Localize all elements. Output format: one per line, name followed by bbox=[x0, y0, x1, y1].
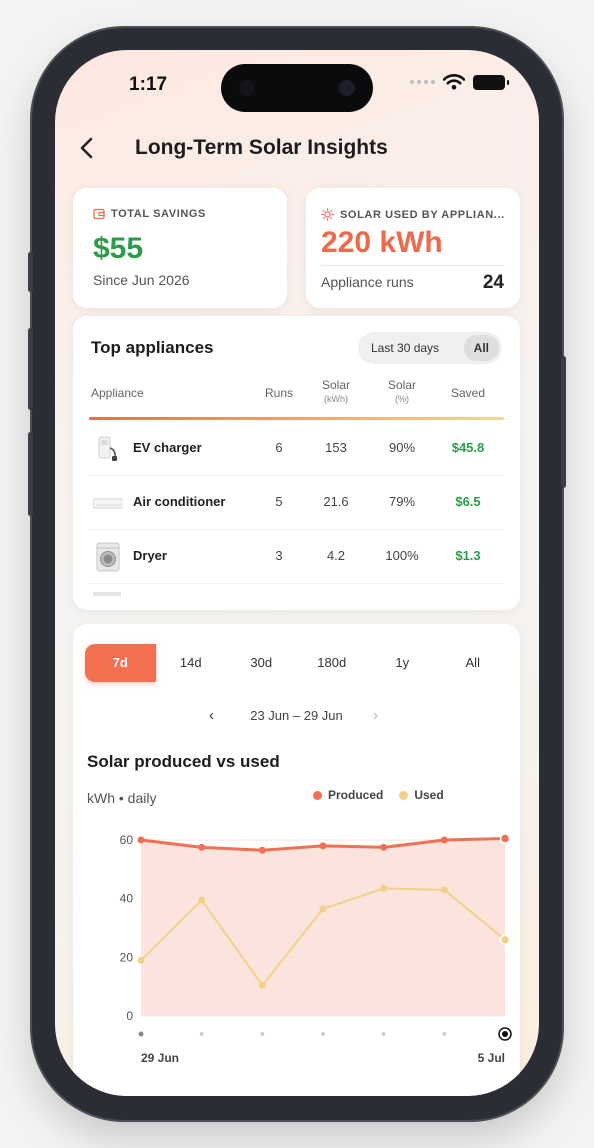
table-header: Appliance Runs Solar (kWh) Solar (%) Sav… bbox=[73, 378, 520, 418]
runs-cell: 6 bbox=[275, 440, 283, 455]
used-data-point[interactable] bbox=[380, 884, 388, 892]
line-chart[interactable]: 0 20 40 60 29 Jun 5 Jul bbox=[73, 624, 520, 1096]
col-solar-kwh: Solar (kWh) bbox=[313, 378, 359, 406]
dynamic-island bbox=[221, 64, 373, 112]
saved-cell: $1.3 bbox=[455, 548, 481, 563]
x-axis-day-dot[interactable] bbox=[199, 1032, 204, 1036]
next-row-peek bbox=[93, 592, 121, 596]
wifi-icon bbox=[443, 74, 465, 90]
volume-down-button bbox=[28, 432, 33, 516]
x-axis-day-dot[interactable] bbox=[442, 1032, 447, 1036]
filter-last-30-days[interactable]: Last 30 days bbox=[361, 335, 449, 361]
x-tick-label: 29 Jun bbox=[141, 1051, 179, 1065]
appliance-runs-label: Appliance runs bbox=[321, 274, 414, 290]
solar-kwh-cell: 21.6 bbox=[323, 494, 349, 509]
top-appliances-title: Top appliances bbox=[91, 338, 214, 357]
col-solar-kwh-unit: (kWh) bbox=[324, 394, 348, 404]
appliance-name: Air conditioner bbox=[133, 494, 226, 509]
produced-data-point[interactable] bbox=[198, 843, 206, 851]
y-tick-label: 0 bbox=[126, 1009, 133, 1023]
produced-data-point[interactable] bbox=[380, 843, 388, 851]
back-chevron-icon[interactable] bbox=[77, 134, 97, 162]
used-data-point[interactable] bbox=[137, 956, 145, 964]
battery-icon bbox=[473, 74, 509, 90]
x-tick-label: 5 Jul bbox=[478, 1051, 505, 1065]
produced-data-point[interactable] bbox=[137, 836, 145, 844]
savings-value: $55 bbox=[93, 232, 144, 265]
table-row[interactable]: Dryer 3 4.2 100% $1.3 bbox=[89, 530, 504, 584]
silent-switch bbox=[28, 252, 33, 292]
produced-data-point[interactable] bbox=[440, 836, 448, 844]
used-data-point[interactable] bbox=[198, 896, 206, 904]
signal-icon bbox=[410, 80, 435, 84]
sun-icon bbox=[321, 208, 334, 221]
produced-data-point[interactable] bbox=[499, 833, 511, 844]
solar-kwh-cell: 153 bbox=[325, 440, 347, 455]
savings-label-row: TOTAL SAVINGS bbox=[93, 208, 206, 220]
used-data-point[interactable] bbox=[319, 905, 327, 913]
table-row[interactable]: Air conditioner 5 21.6 79% $6.5 bbox=[89, 476, 504, 530]
solar-used-card[interactable]: SOLAR USED BY APPLIAN... 220 kWh Applian… bbox=[306, 188, 520, 308]
appliance-name: Dryer bbox=[133, 548, 167, 563]
savings-label: TOTAL SAVINGS bbox=[111, 208, 206, 220]
solar-pct-cell: 100% bbox=[385, 548, 419, 563]
col-appliance: Appliance bbox=[91, 386, 144, 400]
col-solar-pct: Solar (%) bbox=[379, 378, 425, 406]
table-row[interactable]: EV charger 6 153 90% $45.8 bbox=[89, 422, 504, 476]
saved-cell: $45.8 bbox=[451, 440, 485, 455]
x-axis-day-dot[interactable] bbox=[138, 1031, 144, 1037]
savings-since: Since Jun 2026 bbox=[93, 272, 190, 288]
runs-cell: 3 bbox=[275, 548, 283, 563]
col-solar-kwh-label: Solar bbox=[321, 378, 350, 392]
x-axis-day-dot[interactable] bbox=[260, 1032, 265, 1036]
runs-cell: 5 bbox=[275, 494, 283, 509]
power-button bbox=[561, 356, 566, 488]
top-appliances-card: Top appliances Last 30 days All Applianc… bbox=[73, 316, 520, 610]
y-tick-label: 20 bbox=[120, 950, 134, 964]
x-axis-day-dot[interactable] bbox=[321, 1032, 325, 1036]
status-time: 1:17 bbox=[129, 74, 168, 95]
header-accent-line bbox=[89, 417, 504, 420]
divider bbox=[321, 265, 505, 266]
produced-data-point[interactable] bbox=[319, 842, 327, 850]
solar-pct-cell: 79% bbox=[388, 494, 416, 509]
total-savings-card[interactable]: TOTAL SAVINGS $55 Since Jun 2026 bbox=[73, 188, 287, 308]
col-solar-pct-unit: (%) bbox=[395, 394, 409, 404]
volume-up-button bbox=[28, 328, 33, 410]
x-axis-day-dot[interactable] bbox=[381, 1032, 386, 1036]
app-screen: 1:17 Long-Term Solar Insights TOTAL SAVI… bbox=[55, 50, 539, 1096]
air-conditioner-icon bbox=[93, 498, 123, 509]
ev-charger-icon bbox=[98, 436, 117, 461]
dryer-icon bbox=[96, 542, 120, 572]
page-title: Long-Term Solar Insights bbox=[135, 136, 388, 159]
solar-used-label: SOLAR USED BY APPLIAN... bbox=[340, 208, 505, 221]
solar-chart-card: 7d 14d 30d 180d 1y All ‹ 23 Jun – 29 Jun… bbox=[73, 624, 520, 1096]
col-runs: Runs bbox=[264, 386, 293, 400]
y-tick-label: 40 bbox=[120, 892, 134, 906]
used-data-point[interactable] bbox=[440, 886, 448, 894]
appliance-runs-value: 24 bbox=[482, 272, 504, 293]
period-segmented-control: Last 30 days All bbox=[358, 332, 502, 364]
status-icons bbox=[410, 74, 509, 90]
produced-data-point[interactable] bbox=[258, 846, 266, 854]
solar-used-label-row: SOLAR USED BY APPLIAN... bbox=[321, 208, 505, 221]
solar-kwh-cell: 4.2 bbox=[326, 548, 346, 563]
used-data-point[interactable] bbox=[499, 934, 511, 945]
y-tick-label: 60 bbox=[120, 833, 134, 847]
col-solar-pct-label: Solar bbox=[387, 378, 416, 392]
used-data-point[interactable] bbox=[258, 981, 266, 989]
saved-cell: $6.5 bbox=[455, 494, 481, 509]
col-saved: Saved bbox=[450, 386, 486, 400]
filter-all[interactable]: All bbox=[463, 335, 499, 361]
solar-used-value: 220 kWh bbox=[321, 226, 443, 259]
solar-pct-cell: 90% bbox=[388, 440, 416, 455]
produced-area bbox=[141, 838, 505, 1016]
appliance-name: EV charger bbox=[133, 440, 202, 455]
wallet-icon bbox=[93, 208, 105, 220]
selected-day-dot[interactable] bbox=[502, 1031, 508, 1037]
